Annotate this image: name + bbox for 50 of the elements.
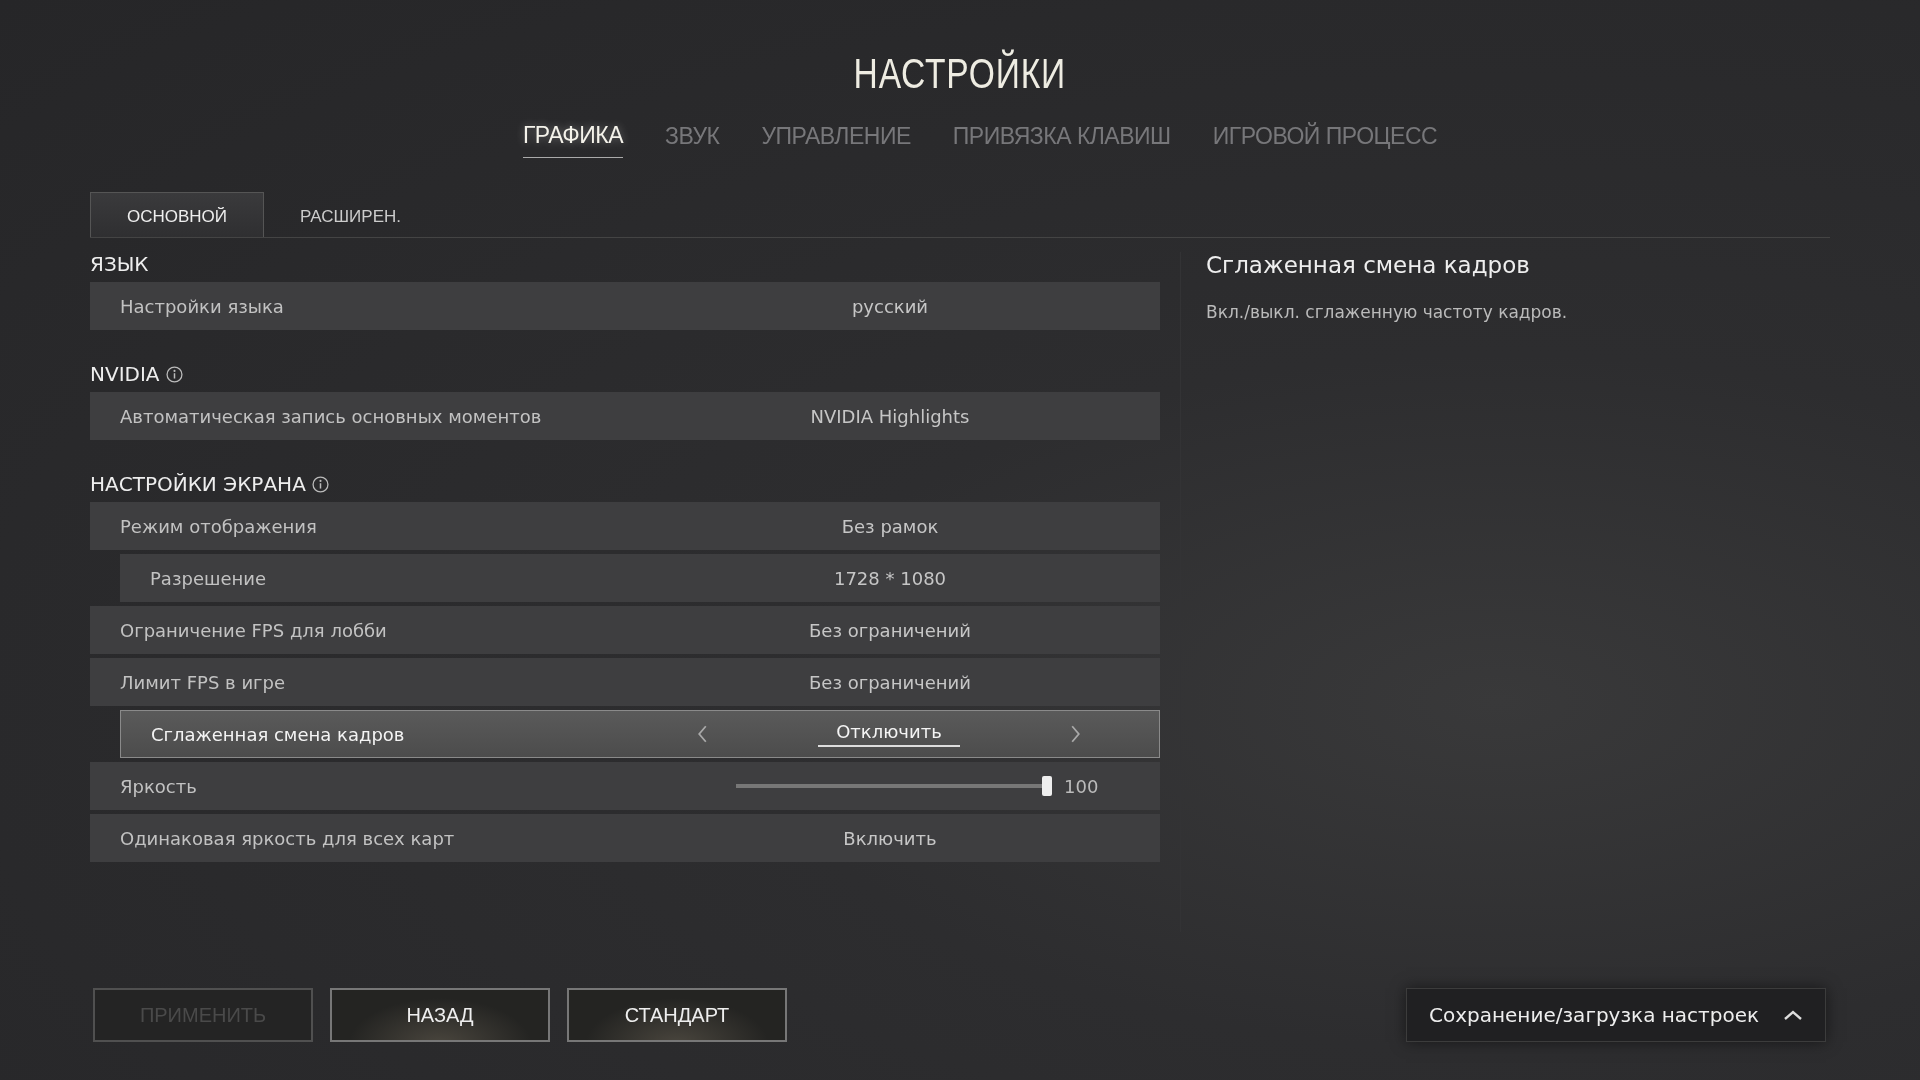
section-heading: NVIDIA bbox=[90, 362, 160, 386]
setting-value: русский bbox=[851, 295, 929, 317]
category-tab[interactable]: ПРИВЯЗКА КЛАВИШ bbox=[952, 118, 1171, 158]
setting-row[interactable]: Разрешение 1728 * 1080 bbox=[120, 554, 1160, 602]
detail-title: Сглаженная смена кадров bbox=[1206, 252, 1531, 278]
setting-label: Автоматическая запись основных моментов bbox=[120, 405, 543, 427]
info-icon[interactable] bbox=[165, 365, 183, 383]
setting-row[interactable]: Яркость 100 bbox=[90, 762, 1160, 810]
category-tab[interactable]: ИГРОВОЙ ПРОЦЕСС bbox=[1212, 118, 1438, 158]
setting-row[interactable]: Настройки языка русский bbox=[90, 282, 1160, 330]
setting-label: Яркость bbox=[120, 775, 198, 797]
setting-value: NVIDIA Highlights bbox=[810, 405, 970, 427]
slider-thumb[interactable] bbox=[1042, 776, 1052, 796]
category-tab[interactable]: ГРАФИКА bbox=[522, 118, 623, 158]
chevron-left-icon[interactable] bbox=[697, 724, 709, 744]
setting-row[interactable]: Ограничение FPS для лобби Без ограничений bbox=[90, 606, 1160, 654]
info-icon[interactable] bbox=[311, 475, 329, 493]
setting-label: Ограничение FPS для лобби bbox=[120, 619, 388, 641]
setting-label: Разрешение bbox=[150, 567, 268, 589]
section-heading: ЯЗЫК bbox=[90, 252, 149, 276]
setting-row[interactable]: Одинаковая яркость для всех карт Включить bbox=[90, 814, 1160, 862]
setting-value: Без ограничений bbox=[809, 619, 971, 641]
category-tab[interactable]: УПРАВЛЕНИЕ bbox=[761, 118, 911, 158]
setting-label: Лимит FPS в игре bbox=[120, 671, 287, 693]
slider-track[interactable] bbox=[736, 775, 1052, 797]
setting-row[interactable]: Режим отображения Без рамок bbox=[90, 502, 1160, 550]
setting-row[interactable]: Сглаженная смена кадров Отключить bbox=[120, 710, 1160, 758]
slider-value: 100 bbox=[1064, 775, 1099, 797]
setting-value: Без рамок bbox=[841, 515, 939, 537]
presets-dropdown[interactable]: Сохранение/загрузка настроек bbox=[1406, 988, 1826, 1042]
setting-value: Отключить bbox=[818, 721, 960, 747]
setting-label: Одинаковая яркость для всех карт bbox=[120, 827, 456, 849]
action-button[interactable]: НАЗАД bbox=[330, 988, 550, 1042]
caret-up-icon bbox=[1783, 1009, 1803, 1021]
subcategory-tab[interactable]: ОСНОВНОЙ bbox=[90, 192, 265, 237]
action-button[interactable]: СТАНДАРТ bbox=[567, 988, 787, 1042]
detail-description: Вкл./выкл. сглаженную частоту кадров. bbox=[1206, 302, 1569, 322]
subcategory-tab[interactable]: РАСШИРЕН. bbox=[264, 192, 437, 237]
chevron-right-icon[interactable] bbox=[1069, 724, 1081, 744]
setting-value: Включить bbox=[843, 827, 937, 849]
category-tab[interactable]: ЗВУК bbox=[665, 118, 720, 158]
setting-label: Настройки языка bbox=[120, 295, 285, 317]
setting-label: Сглаженная смена кадров bbox=[151, 723, 406, 745]
setting-value: Без ограничений bbox=[809, 671, 971, 693]
setting-value: 1728 * 1080 bbox=[833, 567, 947, 589]
section-heading: НАСТРОЙКИ ЭКРАНА bbox=[90, 472, 306, 496]
setting-label: Режим отображения bbox=[120, 515, 318, 537]
setting-row[interactable]: Автоматическая запись основных моментов NVIDIA Highlights bbox=[90, 392, 1160, 440]
setting-row[interactable]: Лимит FPS в игре Без ограничений bbox=[90, 658, 1160, 706]
page-title: НАСТРОЙКИ bbox=[853, 50, 1067, 98]
